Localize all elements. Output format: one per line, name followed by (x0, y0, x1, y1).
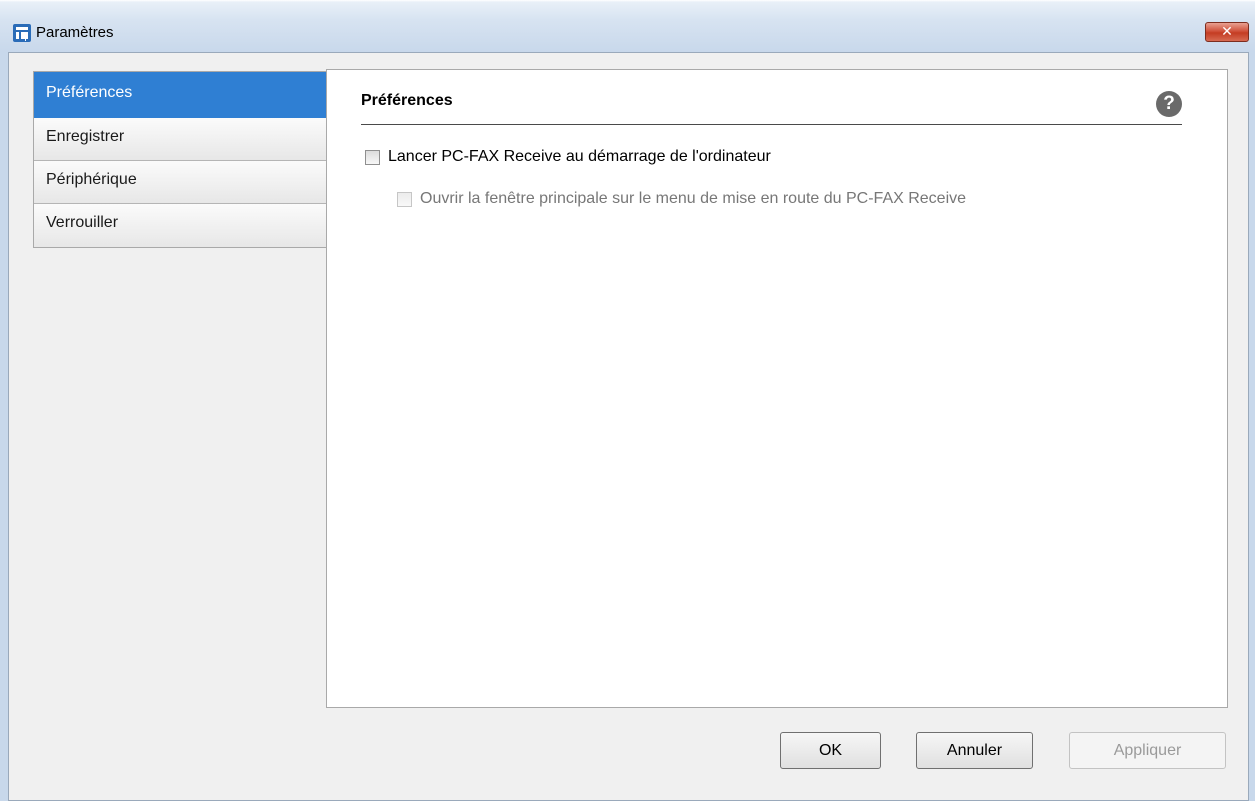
settings-window: Paramètres ✕ Préférences Enregistrer Pér… (0, 0, 1255, 801)
section-divider (361, 124, 1182, 125)
dialog-body: Préférences Enregistrer Périphérique Ver… (8, 52, 1249, 801)
open-main-window-label: Ouvrir la fenêtre principale sur le menu… (420, 190, 967, 207)
launch-on-startup-checkbox[interactable] (365, 149, 380, 165)
open-main-window-option: Ouvrir la fenêtre principale sur le menu… (397, 190, 966, 208)
cancel-button[interactable]: Annuler (916, 732, 1033, 769)
sidebar-item-preferences[interactable]: Préférences (34, 72, 327, 118)
launch-on-startup-option[interactable]: Lancer PC-FAX Receive au démarrage de l'… (365, 148, 771, 166)
section-title: Préférences (361, 92, 453, 109)
help-icon[interactable]: ? (1156, 91, 1182, 117)
ok-button[interactable]: OK (780, 732, 881, 769)
title-bar[interactable]: Paramètres ✕ (0, 0, 1255, 52)
sidebar-item-save[interactable]: Enregistrer (34, 118, 327, 161)
window-title: Paramètres (36, 24, 114, 41)
settings-sidebar: Préférences Enregistrer Périphérique Ver… (33, 71, 327, 248)
apply-button: Appliquer (1069, 732, 1226, 769)
close-button[interactable]: ✕ (1205, 22, 1249, 42)
app-window-icon (13, 24, 31, 42)
preferences-panel: Préférences ? Lancer PC-FAX Receive au d… (326, 69, 1228, 708)
launch-on-startup-label: Lancer PC-FAX Receive au démarrage de l'… (388, 148, 771, 165)
open-main-window-checkbox (397, 191, 412, 207)
sidebar-item-lock[interactable]: Verrouiller (34, 204, 327, 247)
sidebar-item-device[interactable]: Périphérique (34, 161, 327, 204)
